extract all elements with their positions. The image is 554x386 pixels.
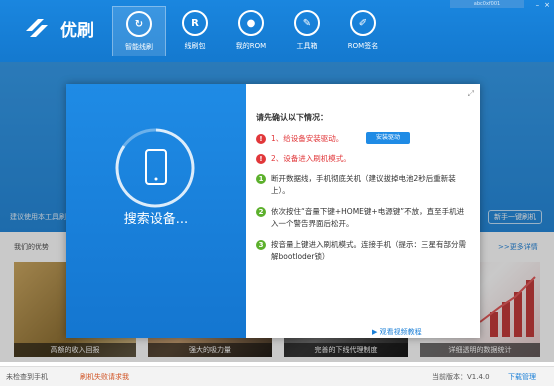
step-text: 断开数据线，手机彻底关机（建议拔掉电池2秒后重新装上）。 (271, 174, 456, 195)
nav-label: 智能线刷 (125, 43, 153, 51)
flash-fail-help-link[interactable]: 刷机失败请求我 (80, 372, 129, 382)
device-status: 未检查到手机 (6, 373, 48, 381)
nav-label: 工具箱 (296, 42, 318, 50)
nav-toolbox[interactable]: ✎ 工具箱 (280, 6, 334, 56)
nav-label: 线刷包 (184, 42, 206, 50)
warning-icon: ! (256, 133, 266, 144)
minimize-button[interactable]: – (536, 1, 540, 9)
app-name: 优刷 (60, 20, 94, 41)
nav-label: 我的ROM (235, 42, 267, 50)
toolbox-icon: ✎ (294, 10, 320, 36)
requirement-text: 1、给设备安装驱动。 (271, 134, 344, 143)
requirement-text: 2、设备进入刷机模式。 (271, 154, 351, 163)
warning-icon: ! (256, 153, 266, 164)
connect-device-dialog: 搜索设备... ⤢ 请先确认以下情况： ! 1、给设备安装驱动。 安装驱动 ! … (66, 84, 480, 338)
my-rom-icon: ● (238, 10, 264, 36)
searching-text: 搜索设备... (123, 212, 189, 227)
nav-my-rom[interactable]: ● 我的ROM (224, 6, 278, 56)
instructions: 请先确认以下情况： ! 1、给设备安装驱动。 安装驱动 ! 2、设备进入刷机模式… (256, 112, 470, 272)
nav-label: ROM签名 (347, 42, 379, 50)
user-account[interactable]: abc0xf001 (450, 0, 524, 8)
nav-rom-sign[interactable]: ✐ ROM签名 (336, 6, 390, 56)
main-nav: ↻ 智能线刷 R 线刷包 ● 我的ROM ✎ 工具箱 ✐ ROM签名 (112, 6, 392, 56)
step-item: 1 断开数据线，手机彻底关机（建议拔掉电池2秒后重新装上）。 (256, 173, 470, 197)
step-item: 2 依次按住“音量下键+HOME键+电源键”不放，直至手机进入一个警告界面后松开… (256, 206, 470, 230)
download-manager-link[interactable]: 下载管理 (508, 372, 536, 382)
window-controls: – × (536, 1, 550, 9)
searching-panel: 搜索设备... (66, 84, 246, 338)
requirement-driver: ! 1、给设备安装驱动。 安装驱动 (256, 132, 470, 144)
rom-package-icon: R (182, 10, 208, 36)
top-bar: 优刷 abc0xf001 – × ↻ 智能线刷 R 线刷包 ● 我的ROM ✎ … (0, 0, 554, 62)
app-window: 优刷 abc0xf001 – × ↻ 智能线刷 R 线刷包 ● 我的ROM ✎ … (0, 0, 554, 386)
step-item: 3 按音量上键进入刷机模式。连接手机（提示：三星有部分需解bootloder锁） (256, 239, 470, 263)
video-tutorial-link[interactable]: ▶ 观看视频教程 (372, 327, 422, 337)
close-icon[interactable]: ⤢ (468, 89, 474, 99)
close-window-button[interactable]: × (544, 1, 550, 9)
status-bar: 未检查到手机 刷机失败请求我 当前版本：V1.4.0 下载管理 (0, 366, 554, 386)
rom-sign-icon: ✐ (350, 10, 376, 36)
step-number: 3 (256, 240, 266, 250)
step-number: 1 (256, 174, 266, 184)
nav-rom-package[interactable]: R 线刷包 (168, 6, 222, 56)
play-icon: ▶ (372, 328, 380, 336)
confirm-title: 请先确认以下情况： (256, 113, 328, 122)
install-driver-button[interactable]: 安装驱动 (366, 132, 410, 144)
smart-flash-icon: ↻ (126, 11, 152, 37)
version-text: 当前版本：V1.4.0 (432, 373, 490, 381)
app-logo: 优刷 (20, 11, 94, 45)
logo-icon (20, 11, 54, 45)
nav-smart-flash[interactable]: ↻ 智能线刷 (112, 6, 166, 56)
video-link-label: 观看视频教程 (379, 328, 422, 336)
step-number: 2 (256, 207, 266, 217)
requirement-flash-mode: ! 2、设备进入刷机模式。 (256, 153, 470, 164)
step-text: 按音量上键进入刷机模式。连接手机（提示：三星有部分需解bootloder锁） (271, 240, 466, 261)
step-text: 依次按住“音量下键+HOME键+电源键”不放，直至手机进入一个警告界面后松开。 (271, 207, 465, 228)
